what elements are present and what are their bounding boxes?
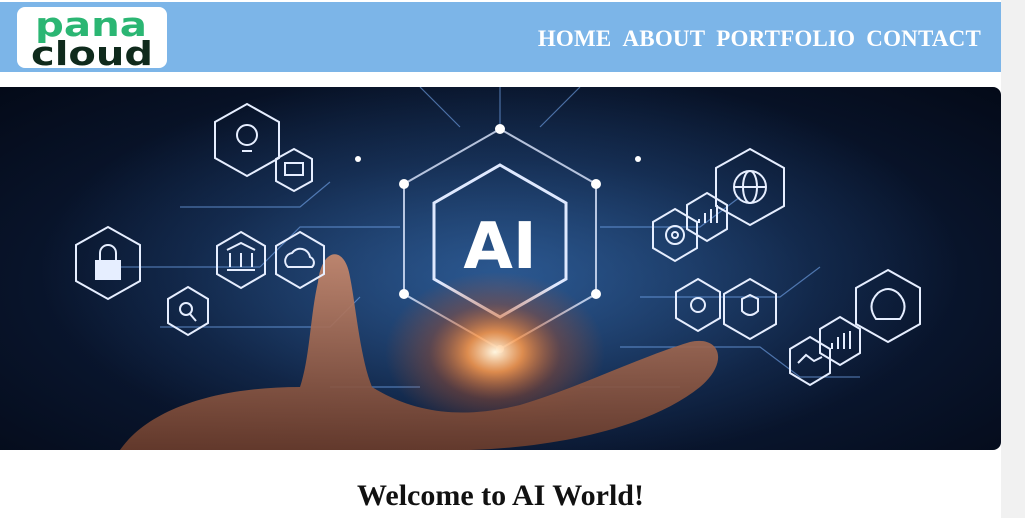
page-heading: Welcome to AI World! bbox=[357, 479, 644, 512]
scrollbar-track[interactable] bbox=[1001, 0, 1025, 518]
nav-portfolio-link[interactable]: PORTFOLIO bbox=[716, 26, 855, 52]
main-nav: HOME ABOUT PORTFOLIO CONTACT bbox=[538, 26, 981, 52]
logo[interactable]: pana cloud bbox=[17, 7, 167, 68]
navbar: pana cloud HOME ABOUT PORTFOLIO CONTACT bbox=[0, 2, 1001, 72]
nav-about-link[interactable]: ABOUT bbox=[622, 26, 705, 52]
nav-home-link[interactable]: HOME bbox=[538, 26, 612, 52]
logo-text-bottom: cloud bbox=[31, 34, 153, 68]
nav-contact-link[interactable]: CONTACT bbox=[866, 26, 981, 52]
hero-banner: AI bbox=[0, 87, 1001, 450]
